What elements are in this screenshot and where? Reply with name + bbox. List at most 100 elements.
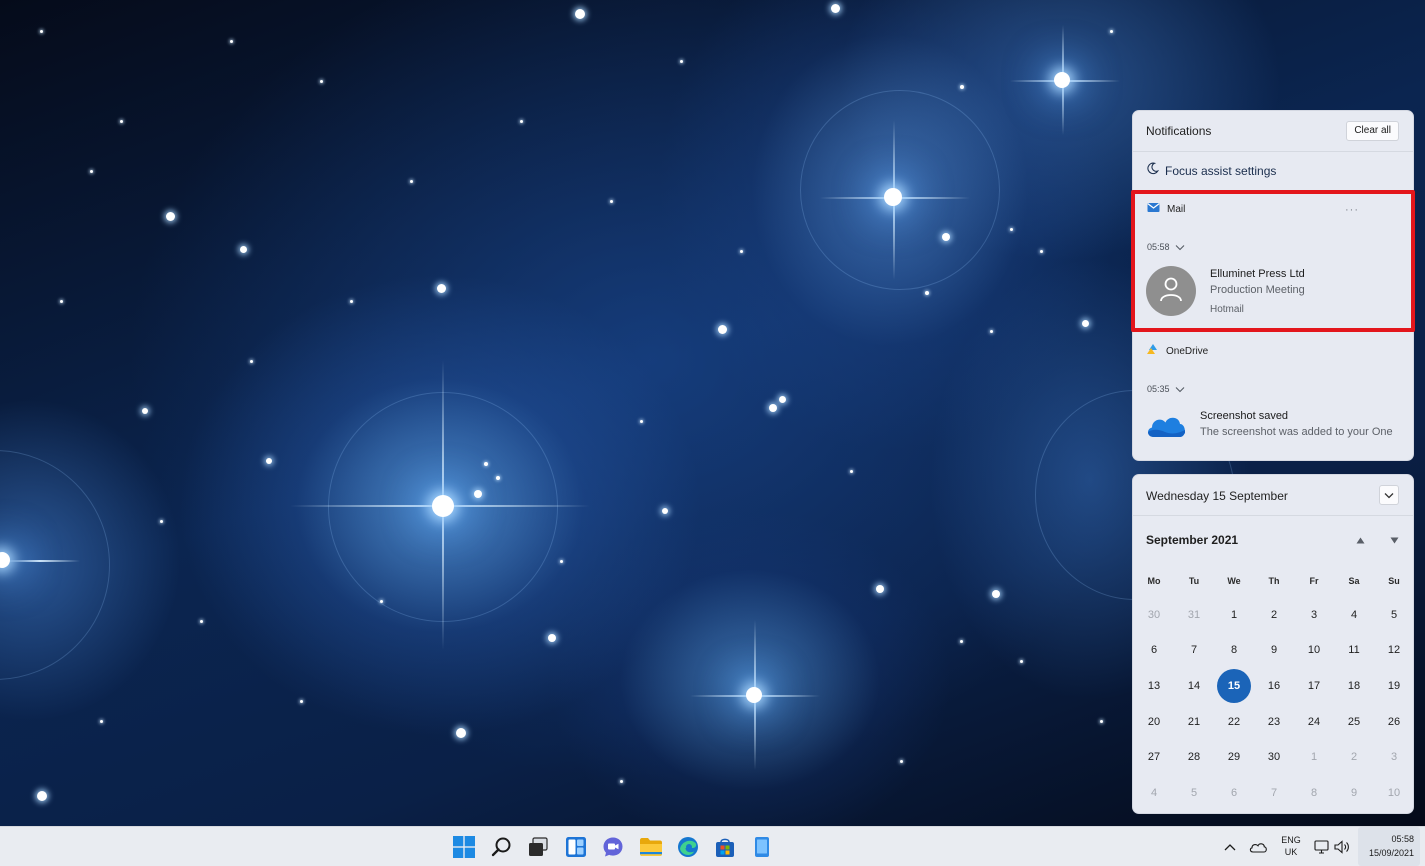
calendar-month-label[interactable]: September 2021 bbox=[1146, 533, 1238, 547]
calendar-day[interactable]: 14 bbox=[1174, 668, 1214, 704]
calendar-day[interactable]: 23 bbox=[1254, 704, 1294, 740]
onedrive-tray-icon[interactable] bbox=[1248, 837, 1268, 857]
calendar-day[interactable]: 1 bbox=[1214, 597, 1254, 633]
calendar-day[interactable]: 29 bbox=[1214, 739, 1254, 775]
calendar-day[interactable]: 27 bbox=[1134, 739, 1174, 775]
phone-app-icon[interactable] bbox=[749, 834, 775, 860]
calendar-day[interactable]: 4 bbox=[1334, 597, 1374, 633]
star bbox=[718, 325, 727, 334]
mail-app-header: Mail bbox=[1147, 202, 1185, 216]
calendar-day[interactable]: 31 bbox=[1174, 597, 1214, 633]
mail-app-label: Mail bbox=[1167, 203, 1186, 215]
calendar-day[interactable]: 26 bbox=[1374, 704, 1413, 740]
more-options-icon[interactable]: ··· bbox=[1345, 204, 1359, 216]
notifications-title: Notifications bbox=[1146, 124, 1212, 138]
calendar-day[interactable]: 16 bbox=[1254, 668, 1294, 704]
calendar-day[interactable]: 24 bbox=[1294, 704, 1334, 740]
previous-month-button[interactable] bbox=[1354, 535, 1366, 545]
calendar-day[interactable]: 4 bbox=[1134, 775, 1174, 811]
teams-chat-icon[interactable] bbox=[600, 834, 626, 860]
calendar-day[interactable]: 17 bbox=[1294, 668, 1334, 704]
star bbox=[300, 700, 303, 703]
calendar-day[interactable]: 22 bbox=[1214, 704, 1254, 740]
calendar-day[interactable]: 12 bbox=[1374, 633, 1413, 669]
calendar-day[interactable]: 30 bbox=[1134, 597, 1174, 633]
calendar-day[interactable]: 18 bbox=[1334, 668, 1374, 704]
onedrive-app-label: OneDrive bbox=[1166, 345, 1209, 357]
star bbox=[474, 490, 482, 498]
star bbox=[142, 408, 148, 414]
calendar-day[interactable]: 3 bbox=[1374, 739, 1413, 775]
calendar-day[interactable]: 19 bbox=[1374, 668, 1413, 704]
calendar-day[interactable]: 9 bbox=[1254, 633, 1294, 669]
focus-assist-settings-link[interactable]: Focus assist settings bbox=[1146, 162, 1276, 179]
clear-all-button[interactable]: Clear all bbox=[1346, 121, 1399, 141]
calendar-day[interactable]: 13 bbox=[1134, 668, 1174, 704]
calendar-day[interactable]: 20 bbox=[1134, 704, 1174, 740]
mail-account: Hotmail bbox=[1210, 304, 1244, 315]
collapse-calendar-button[interactable] bbox=[1379, 485, 1399, 505]
task-view-icon[interactable] bbox=[525, 834, 551, 860]
volume-icon[interactable] bbox=[1332, 837, 1352, 857]
calendar-day[interactable]: 7 bbox=[1254, 775, 1294, 811]
language-indicator[interactable]: ENG UK bbox=[1278, 834, 1304, 858]
chevron-down-icon bbox=[1175, 380, 1185, 398]
calendar-day[interactable]: 8 bbox=[1294, 775, 1334, 811]
calendar-day[interactable]: 8 bbox=[1214, 633, 1254, 669]
star bbox=[831, 4, 840, 13]
onedrive-expand-toggle[interactable]: 05:35 bbox=[1147, 380, 1185, 398]
edge-icon[interactable] bbox=[675, 834, 701, 860]
calendar-day[interactable]: 10 bbox=[1294, 633, 1334, 669]
clock-date: 15/09/2021 bbox=[1368, 848, 1414, 858]
notification-center: Notifications Clear all Focus assist set… bbox=[1132, 110, 1414, 461]
star bbox=[520, 120, 523, 123]
search-icon[interactable] bbox=[489, 834, 515, 860]
mail-sender: Elluminet Press Ltd bbox=[1210, 268, 1305, 280]
star bbox=[496, 476, 500, 480]
star bbox=[100, 720, 103, 723]
calendar-day-today[interactable]: 15 bbox=[1214, 668, 1254, 704]
star bbox=[1010, 228, 1013, 231]
calendar-grid: Mo Tu We Th Fr Sa Su 30 31 1 2 3 4 5 6 7… bbox=[1134, 565, 1413, 811]
calendar-day[interactable]: 10 bbox=[1374, 775, 1413, 811]
divider bbox=[1133, 515, 1413, 516]
calendar-day[interactable]: 11 bbox=[1334, 633, 1374, 669]
star bbox=[992, 590, 1000, 598]
star-halo bbox=[800, 90, 1000, 290]
calendar-day[interactable]: 1 bbox=[1294, 739, 1334, 775]
widgets-icon[interactable] bbox=[563, 834, 589, 860]
calendar-day[interactable]: 6 bbox=[1214, 775, 1254, 811]
star bbox=[1040, 250, 1043, 253]
calendar-day[interactable]: 2 bbox=[1334, 739, 1374, 775]
star-spike bbox=[0, 560, 80, 562]
chevron-up-icon[interactable] bbox=[1220, 837, 1240, 857]
mail-expand-toggle[interactable]: 05:58 bbox=[1147, 238, 1185, 256]
calendar-day[interactable]: 5 bbox=[1374, 597, 1413, 633]
star bbox=[640, 420, 643, 423]
star bbox=[740, 250, 743, 253]
calendar-day[interactable]: 2 bbox=[1254, 597, 1294, 633]
calendar-day[interactable]: 9 bbox=[1334, 775, 1374, 811]
calendar-day[interactable]: 7 bbox=[1174, 633, 1214, 669]
next-month-button[interactable] bbox=[1388, 535, 1400, 545]
weekday-header: Tu bbox=[1188, 576, 1200, 586]
star bbox=[1054, 72, 1070, 88]
calendar-day[interactable]: 6 bbox=[1134, 633, 1174, 669]
taskbar-clock[interactable]: 05:58 15/09/2021 bbox=[1358, 827, 1420, 866]
calendar-day[interactable]: 5 bbox=[1174, 775, 1214, 811]
network-icon[interactable] bbox=[1312, 837, 1332, 857]
calendar-day[interactable]: 21 bbox=[1174, 704, 1214, 740]
star bbox=[40, 30, 43, 33]
file-explorer-icon[interactable] bbox=[638, 834, 664, 860]
calendar-day[interactable]: 25 bbox=[1334, 704, 1374, 740]
store-icon[interactable] bbox=[712, 834, 738, 860]
star bbox=[410, 180, 413, 183]
calendar-day[interactable]: 30 bbox=[1254, 739, 1294, 775]
calendar-day[interactable]: 3 bbox=[1294, 597, 1334, 633]
calendar-day[interactable]: 28 bbox=[1174, 739, 1214, 775]
windows-start-icon[interactable] bbox=[451, 834, 477, 860]
weekday-header: Su bbox=[1388, 576, 1400, 586]
onedrive-app-header: OneDrive bbox=[1147, 344, 1208, 358]
star bbox=[166, 212, 175, 221]
language-code: ENG bbox=[1281, 835, 1301, 845]
